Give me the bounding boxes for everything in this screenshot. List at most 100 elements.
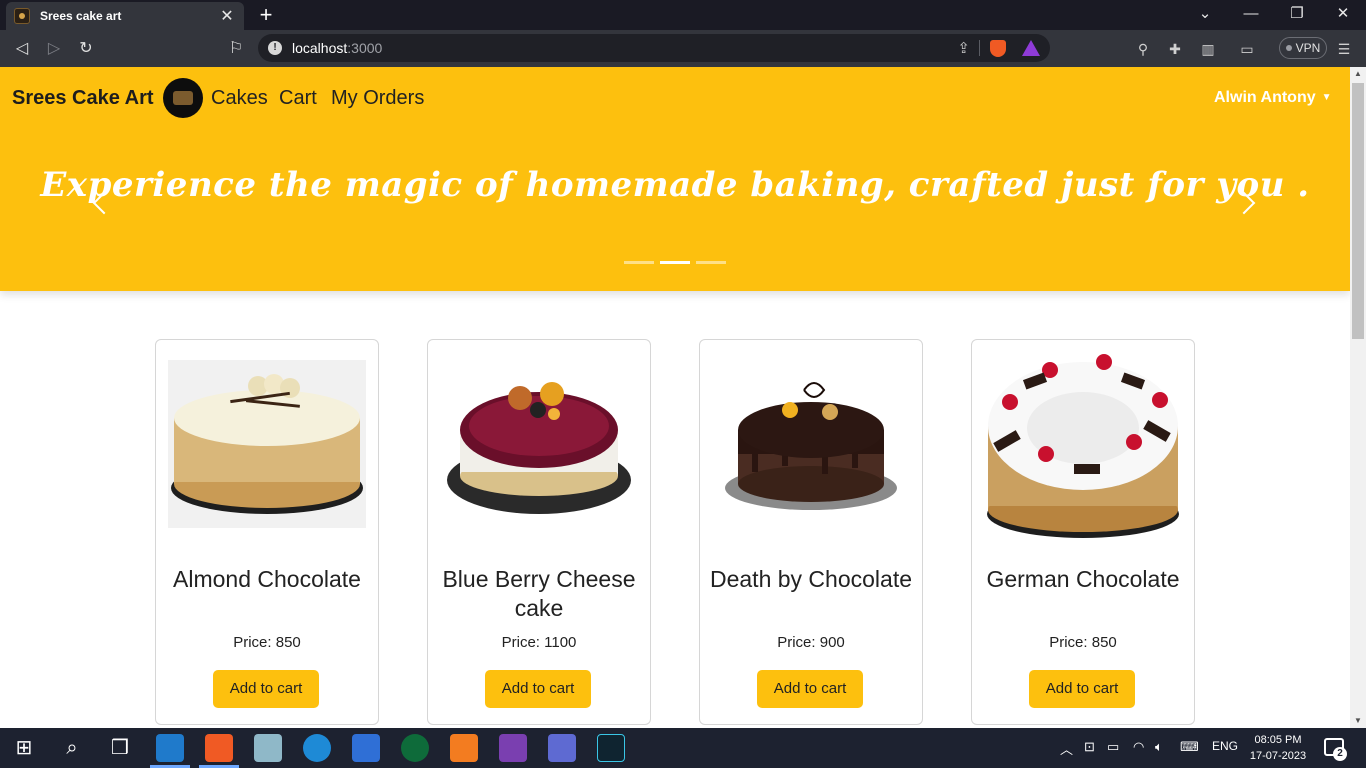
new-tab-icon[interactable]: + — [256, 3, 276, 27]
hero-tagline: Experience the magic of homemade baking,… — [40, 165, 1310, 205]
brand-logo[interactable] — [163, 78, 203, 118]
vpn-button[interactable]: VPN — [1279, 37, 1327, 59]
scroll-up-icon[interactable]: ▲ — [1350, 67, 1366, 81]
vpn-status-icon — [1285, 45, 1292, 51]
xampp-icon[interactable] — [450, 734, 478, 762]
product-price: Price: 850 — [1049, 634, 1117, 651]
product-price: Price: 850 — [233, 634, 301, 651]
sidebar-icon[interactable]: ▥ — [1199, 40, 1217, 58]
extension-icon[interactable]: ⚲ — [1134, 40, 1152, 58]
language-indicator[interactable]: ENG — [1212, 739, 1238, 753]
product-name: Almond Chocolate — [173, 566, 361, 592]
nav-cakes[interactable]: Cakes — [211, 87, 268, 110]
product-card: German Chocolate Price: 850 Add to cart — [971, 339, 1195, 725]
screen-recorder-icon[interactable] — [597, 734, 625, 762]
cake-image — [984, 346, 1182, 542]
page-scrollbar[interactable]: ▲ ▼ — [1350, 67, 1366, 728]
url-port: :3000 — [347, 40, 383, 56]
black-forest-cake-icon — [987, 354, 1179, 538]
edge-icon[interactable] — [303, 734, 331, 762]
extensions-puzzle-icon[interactable]: ✚ — [1166, 40, 1184, 58]
keyboard-icon[interactable]: ⌨ — [1180, 739, 1199, 755]
url-host: localhost — [292, 40, 348, 56]
windows-start-icon[interactable]: ⊞ — [10, 734, 38, 762]
back-icon[interactable]: ◁ — [11, 38, 33, 60]
clock[interactable]: 08:05 PM 17-07-2023 — [1248, 732, 1308, 764]
nav-cart[interactable]: Cart — [279, 87, 317, 110]
chevron-up-icon[interactable]: ︿ — [1060, 739, 1073, 758]
close-window-icon[interactable]: ✕ — [1331, 4, 1355, 24]
tab-title: Srees cake art — [40, 9, 122, 23]
product-card: Almond Chocolate Price: 850 Add to cart — [155, 339, 379, 725]
vpn-label: VPN — [1295, 41, 1321, 55]
carousel-indicator[interactable] — [624, 261, 654, 264]
menu-icon[interactable]: ☰ — [1335, 40, 1353, 58]
browser-tab[interactable]: Srees cake art ✕ — [6, 2, 244, 30]
app-icon[interactable] — [548, 734, 576, 762]
user-menu-dropdown[interactable]: Alwin Antony ▼ — [1214, 89, 1332, 107]
tab-search-chevron-icon[interactable]: ⌄ — [1193, 4, 1217, 24]
brave-shield-icon[interactable] — [990, 40, 1006, 57]
search-icon[interactable]: ⌕ — [58, 734, 86, 762]
wallet-icon[interactable]: ▭ — [1238, 40, 1256, 58]
windows-taskbar: ⊞ ⌕ ❒ ︿ ⊡ ▭ ◠ 🔈︎ ⌨ ENG 08:05 PM 17-07-20… — [0, 728, 1366, 768]
cream-almond-cake-icon — [171, 374, 363, 514]
restore-icon[interactable]: ❐ — [1285, 4, 1309, 24]
site-favicon-icon — [14, 8, 30, 24]
store-icon[interactable] — [352, 734, 380, 762]
clock-time: 08:05 PM — [1254, 734, 1302, 746]
volume-icon[interactable]: 🔈︎ — [1155, 739, 1163, 755]
cake-image — [168, 360, 366, 528]
logo-image — [173, 91, 193, 105]
carousel-indicator[interactable] — [696, 261, 726, 264]
chocolate-drip-cake-icon — [725, 382, 897, 510]
caret-down-icon: ▼ — [1321, 92, 1332, 103]
close-tab-icon[interactable]: ✕ — [218, 6, 236, 26]
vscode-icon[interactable] — [156, 734, 184, 762]
forward-icon[interactable]: ▷ — [43, 38, 65, 60]
bookmark-icon[interactable]: ⚐ — [225, 38, 247, 60]
carousel-indicator-active[interactable] — [660, 261, 690, 264]
browser-tab-bar: Srees cake art ✕ + ⌄ — ❐ ✕ — [0, 0, 1366, 30]
share-icon[interactable]: ⇪ — [957, 39, 970, 57]
site-info-icon[interactable]: ! — [268, 41, 282, 55]
cake-image — [440, 360, 638, 528]
notepad-icon[interactable] — [254, 734, 282, 762]
product-name: German Chocolate — [986, 566, 1180, 592]
nav-my-orders[interactable]: My Orders — [331, 87, 424, 110]
carousel-next-icon[interactable] — [1232, 187, 1262, 217]
brave-browser-icon[interactable] — [205, 734, 233, 762]
carousel-indicators — [624, 261, 726, 264]
scroll-down-icon[interactable]: ▼ — [1350, 714, 1366, 728]
scroll-thumb[interactable] — [1352, 83, 1364, 339]
url-divider — [979, 40, 980, 56]
mongodb-icon[interactable] — [401, 734, 429, 762]
reload-icon[interactable]: ↻ — [75, 38, 97, 60]
product-price: Price: 900 — [777, 634, 845, 651]
clock-date: 17-07-2023 — [1249, 750, 1307, 762]
product-price: Price: 1100 — [501, 634, 577, 651]
wifi-icon[interactable]: ◠ — [1133, 739, 1144, 755]
brand-name[interactable]: Srees Cake Art — [12, 87, 154, 110]
page-viewport: Srees Cake Art Cakes Cart My Orders Alwi… — [0, 67, 1350, 728]
task-view-icon[interactable]: ❒ — [106, 734, 134, 762]
add-to-cart-button[interactable]: Add to cart — [1029, 670, 1135, 708]
device-icon[interactable]: ⊡ — [1084, 739, 1095, 755]
blueberry-cheesecake-icon — [447, 382, 631, 514]
product-card: Blue Berry Cheese cake Price: 1100 Add t… — [427, 339, 651, 725]
browser-toolbar: ◁ ▷ ↻ ⚐ ! localhost :3000 ⇪ ⚲ ✚ ▥ ▭ VPN … — [0, 30, 1366, 67]
add-to-cart-button[interactable]: Add to cart — [757, 670, 863, 708]
carousel-prev-icon[interactable] — [86, 187, 116, 217]
address-bar[interactable]: ! localhost :3000 ⇪ — [258, 34, 1050, 62]
cake-image — [712, 360, 910, 528]
product-name: Death by Chocolate — [709, 566, 912, 592]
brave-rewards-icon[interactable] — [1022, 40, 1040, 56]
add-to-cart-button[interactable]: Add to cart — [485, 670, 591, 708]
hero-banner: Srees Cake Art Cakes Cart My Orders Alwi… — [0, 67, 1350, 291]
notification-count: 2 — [1333, 747, 1347, 761]
user-name: Alwin Antony — [1214, 89, 1316, 106]
git-icon[interactable] — [499, 734, 527, 762]
add-to-cart-button[interactable]: Add to cart — [213, 670, 319, 708]
battery-icon[interactable]: ▭ — [1107, 739, 1119, 755]
minimize-icon[interactable]: — — [1239, 4, 1263, 24]
